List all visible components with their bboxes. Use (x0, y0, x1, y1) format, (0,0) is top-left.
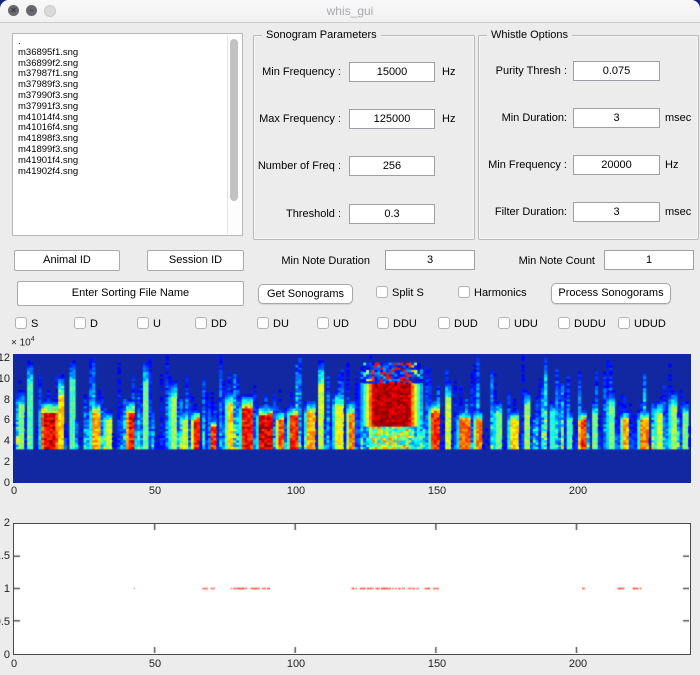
split-s-checkbox[interactable] (376, 286, 388, 298)
number-of-freq-label: Number of Freq : (256, 156, 341, 176)
min-note-count-field[interactable]: 1 (604, 250, 694, 270)
notes-xtick: 200 (569, 658, 587, 670)
sonogram-parameters-panel: Sonogram Parameters Min Frequency : 1500… (253, 35, 475, 240)
session-id-button[interactable]: Session ID (147, 250, 244, 271)
filter-duration-field[interactable]: 3 (573, 202, 660, 222)
sonogram-xtick: 100 (287, 485, 305, 497)
pattern-dd-checkbox[interactable] (195, 317, 207, 329)
harmonics-label: Harmonics (474, 287, 527, 299)
animal-id-button[interactable]: Animal ID (14, 250, 120, 271)
sonogram-ytick: 2 (0, 456, 10, 468)
min-duration-field[interactable]: 3 (573, 108, 660, 128)
min-duration-unit: msec (665, 108, 691, 128)
min-frequency-label: Min Frequency : (256, 62, 341, 82)
pattern-dudu-checkbox[interactable] (558, 317, 570, 329)
sonogram-ytick: 4 (0, 435, 10, 447)
sonogram-heatmap-canvas (13, 354, 691, 483)
sonogram-ytick: 0 (0, 477, 10, 489)
sonogram-xtick: 200 (569, 485, 587, 497)
filter-duration-unit: msec (665, 202, 691, 222)
pattern-udu-label: UDU (514, 318, 538, 330)
pattern-udud-checkbox[interactable] (618, 317, 630, 329)
max-frequency-label: Max Frequency : (256, 109, 341, 129)
whistle-options-panel: Whistle Options Purity Thresh : 0.075 Mi… (478, 35, 699, 240)
pattern-u-label: U (153, 318, 161, 330)
min-note-duration-field[interactable]: 3 (385, 250, 475, 270)
sonogram-ytick: 12 (0, 352, 10, 364)
pattern-udu-checkbox[interactable] (498, 317, 510, 329)
pattern-du-label: DU (273, 318, 289, 330)
notes-xtick: 0 (11, 658, 17, 670)
sng-file-listbox[interactable]: . m36895f1.sng m36899f2.sng m37987f1.sng… (12, 33, 243, 236)
harmonics-checkbox[interactable] (458, 286, 470, 298)
split-s-label: Split S (392, 287, 424, 299)
filter-duration-label: Filter Duration: (479, 202, 567, 222)
whistle-min-frequency-unit: Hz (665, 155, 678, 175)
pattern-ddu-checkbox[interactable] (377, 317, 389, 329)
notes-ytick: 0.5 (0, 616, 10, 628)
pattern-s-label: S (31, 318, 38, 330)
max-frequency-field[interactable]: 125000 (349, 109, 435, 129)
list-item[interactable]: m36895f1.sng (18, 48, 226, 59)
pattern-ud-checkbox[interactable] (317, 317, 329, 329)
pattern-dud-label: DUD (454, 318, 478, 330)
window-title: whis_gui (0, 0, 700, 22)
notes-ytick: 1 (0, 583, 10, 595)
notes-plot-axes (13, 523, 691, 655)
sonogram-xtick: 50 (149, 485, 161, 497)
panel-title: Sonogram Parameters (262, 29, 381, 41)
file-list: . m36895f1.sng m36899f2.sng m37987f1.sng… (18, 37, 226, 177)
notes-xtick: 100 (287, 658, 305, 670)
purity-thresh-label: Purity Thresh : (479, 61, 567, 81)
notes-ytick: 0 (0, 649, 10, 661)
y-axis-exponent-label: × 104 (11, 336, 35, 348)
pattern-udud-label: UDUD (634, 318, 666, 330)
list-scrollbar[interactable] (227, 35, 241, 234)
pattern-dd-label: DD (211, 318, 227, 330)
enter-sorting-file-name-button[interactable]: Enter Sorting File Name (17, 281, 244, 306)
sonogram-xtick: 150 (428, 485, 446, 497)
min-note-duration-label: Min Note Duration (275, 252, 370, 270)
purity-thresh-field[interactable]: 0.075 (573, 61, 660, 81)
notes-ytick: 1.5 (0, 550, 10, 562)
pattern-d-checkbox[interactable] (74, 317, 86, 329)
whistle-min-frequency-label: Min Frequency : (479, 155, 567, 175)
threshold-label: Threshold : (256, 204, 341, 224)
max-frequency-unit: Hz (442, 109, 455, 129)
min-note-count-label: Min Note Count (505, 252, 595, 270)
pattern-ud-label: UD (333, 318, 349, 330)
number-of-freq-field[interactable]: 256 (349, 156, 435, 176)
title-bar: ✕ − whis_gui (0, 0, 700, 23)
sonogram-ytick: 6 (0, 414, 10, 426)
whistle-min-frequency-field[interactable]: 20000 (573, 155, 660, 175)
pattern-ddu-label: DDU (393, 318, 417, 330)
app-window: ✕ − whis_gui . m36895f1.sng m36899f2.sng… (0, 0, 700, 675)
threshold-field[interactable]: 0.3 (349, 204, 435, 224)
min-duration-label: Min Duration: (479, 108, 567, 128)
pattern-s-checkbox[interactable] (15, 317, 27, 329)
get-sonograms-button[interactable]: Get Sonograms (258, 284, 353, 304)
notes-xtick: 50 (149, 658, 161, 670)
sonogram-xtick: 0 (11, 485, 17, 497)
notes-ytick: 2 (0, 517, 10, 529)
min-frequency-field[interactable]: 15000 (349, 62, 435, 82)
panel-title: Whistle Options (487, 29, 572, 41)
sonogram-ytick: 10 (0, 373, 10, 385)
list-item[interactable]: m41901f4.sng (18, 156, 226, 167)
pattern-dud-checkbox[interactable] (438, 317, 450, 329)
pattern-dudu-label: DUDU (574, 318, 606, 330)
notes-xtick: 150 (428, 658, 446, 670)
notes-plot-canvas (14, 524, 689, 653)
min-frequency-unit: Hz (442, 62, 455, 82)
process-sonogorams-button[interactable]: Process Sonogorams (551, 283, 671, 304)
pattern-du-checkbox[interactable] (257, 317, 269, 329)
pattern-u-checkbox[interactable] (137, 317, 149, 329)
list-item[interactable]: m41902f4.sng (18, 167, 226, 178)
list-scrollbar-thumb[interactable] (230, 39, 238, 201)
pattern-d-label: D (90, 318, 98, 330)
sonogram-ytick: 8 (0, 394, 10, 406)
list-item[interactable]: m37991f3.sng (18, 102, 226, 113)
